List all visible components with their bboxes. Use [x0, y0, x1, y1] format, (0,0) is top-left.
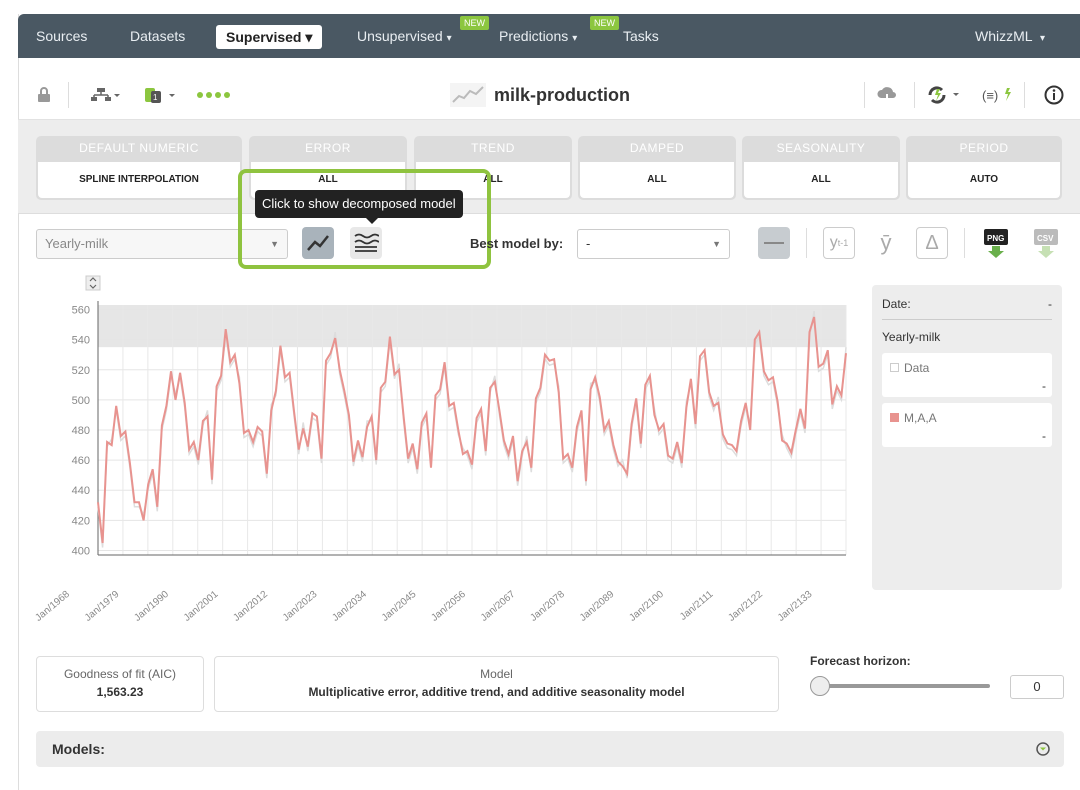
- y-tick-label: 400: [72, 545, 90, 557]
- zoom-reset-button[interactable]: [85, 275, 101, 291]
- y-tick-label: 540: [72, 335, 90, 347]
- models-label: Models:: [52, 741, 105, 757]
- forecast-slider-handle[interactable]: [810, 676, 830, 696]
- legend-field-name: Yearly-milk: [882, 330, 941, 344]
- legend-data-value: -: [1042, 379, 1046, 393]
- y-tick-label: 480: [72, 425, 90, 437]
- legend-model-entry[interactable]: M,A,A -: [882, 403, 1052, 447]
- aic-card: Goodness of fit (AIC) 1,563.23: [36, 656, 204, 712]
- aic-value: 1,563.23: [96, 685, 144, 699]
- y-tick-label: 560: [72, 305, 90, 317]
- app-page: Sources Datasets Supervised ▾ Unsupervis…: [0, 0, 1080, 790]
- legend-data-label: Data: [904, 361, 930, 375]
- x-tick-label: Jan/2034: [330, 589, 369, 624]
- x-tick-label: Jan/1968: [33, 589, 72, 624]
- x-tick-label: Jan/2067: [479, 589, 518, 624]
- x-tick-label: Jan/1990: [132, 589, 171, 624]
- legend-model-label: M,A,A: [904, 411, 937, 425]
- x-tick-label: Jan/2056: [429, 589, 468, 624]
- x-tick-label: Jan/2122: [726, 589, 765, 624]
- legend-date-value: -: [1048, 297, 1052, 311]
- legend-data-entry[interactable]: Data -: [882, 353, 1052, 397]
- y-tick-label: 500: [72, 395, 90, 407]
- models-section[interactable]: Models:: [36, 731, 1064, 767]
- x-tick-label: Jan/2111: [678, 589, 716, 623]
- x-tick-label: Jan/2078: [528, 589, 567, 624]
- forecast-slider-track[interactable]: [820, 684, 990, 688]
- y-tick-label: 440: [72, 485, 90, 497]
- legend-data-swatch: [890, 363, 899, 372]
- model-card: Model Multiplicative error, additive tre…: [214, 656, 779, 712]
- forecast-horizon-input[interactable]: 0: [1010, 675, 1064, 699]
- x-tick-label: Jan/2001: [182, 589, 221, 624]
- aic-title: Goodness of fit (AIC): [63, 667, 177, 681]
- y-tick-label: 520: [72, 365, 90, 377]
- y-tick-label: 460: [72, 455, 90, 467]
- x-tick-label: Jan/2133: [776, 589, 815, 624]
- legend-model-value: -: [1042, 429, 1046, 443]
- legend-model-swatch: [890, 413, 899, 422]
- forecast-horizon-label: Forecast horizon:: [810, 654, 911, 668]
- y-tick-label: 420: [72, 515, 90, 527]
- x-tick-label: Jan/2023: [281, 589, 320, 624]
- x-tick-label: Jan/2100: [627, 589, 666, 624]
- x-tick-label: Jan/2045: [380, 589, 419, 624]
- legend-divider: [882, 319, 1052, 320]
- x-tick-label: Jan/2012: [231, 589, 270, 624]
- model-description: Multiplicative error, additive trend, an…: [308, 685, 685, 699]
- expand-toggle-icon[interactable]: [1036, 742, 1050, 756]
- x-tick-label: Jan/2089: [578, 589, 617, 624]
- model-title: Model: [480, 667, 513, 681]
- x-tick-label: Jan/1979: [83, 589, 122, 624]
- chart-legend-panel: Date: - Yearly-milk Data - M,A,A -: [872, 285, 1062, 590]
